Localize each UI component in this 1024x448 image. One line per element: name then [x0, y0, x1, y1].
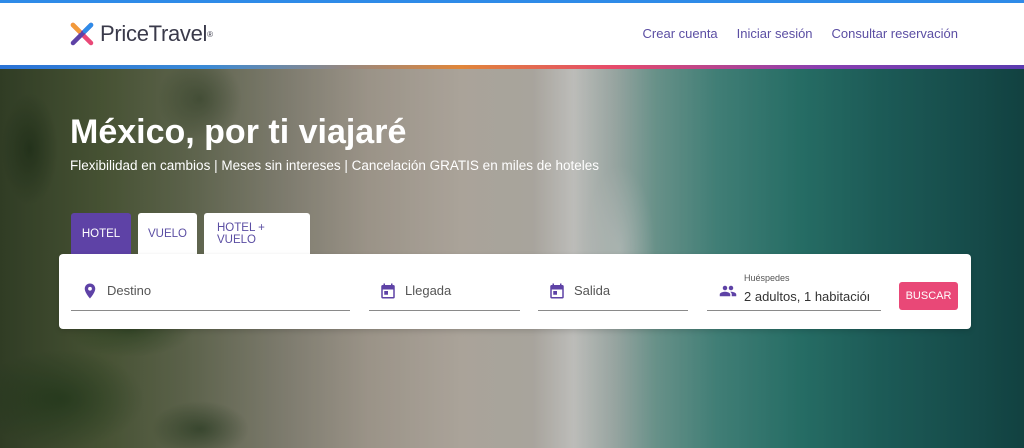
people-icon — [719, 285, 737, 296]
tab-vuelo[interactable]: VUELO — [138, 213, 197, 254]
departure-date-field[interactable]: Salida — [538, 271, 688, 311]
tab-hotel[interactable]: HOTEL — [71, 213, 131, 254]
brand-logo[interactable]: PriceTravel ® — [70, 21, 213, 47]
tab-hotel-vuelo[interactable]: HOTEL + VUELO — [204, 213, 310, 254]
header-nav: Crear cuenta Iniciar sesión Consultar re… — [643, 26, 958, 41]
arrival-placeholder: Llegada — [405, 283, 452, 298]
calendar-icon — [381, 283, 395, 298]
search-button[interactable]: BUSCAR — [899, 282, 958, 310]
create-account-link[interactable]: Crear cuenta — [643, 26, 718, 41]
hero-subtitle: Flexibilidad en cambios | Meses sin inte… — [70, 158, 600, 173]
departure-placeholder: Salida — [574, 283, 611, 298]
guests-field[interactable]: Huéspedes 2 adultos, 1 habitación — [707, 271, 881, 311]
login-link[interactable]: Iniciar sesión — [737, 26, 813, 41]
guests-label: Huéspedes — [744, 273, 790, 283]
destination-field[interactable]: Destino — [71, 271, 350, 311]
location-pin-icon — [84, 283, 96, 298]
reservation-link[interactable]: Consultar reservación — [832, 26, 958, 41]
arrival-date-field[interactable]: Llegada — [369, 271, 520, 311]
hero-title: México, por ti viajaré — [70, 113, 407, 151]
destination-placeholder: Destino — [107, 283, 152, 298]
brand-name: PriceTravel — [100, 21, 208, 46]
guests-value: 2 adultos, 1 habitación — [744, 289, 869, 304]
brand-registered-mark: ® — [207, 29, 214, 39]
pricetravel-logo-icon — [70, 22, 94, 46]
product-tabs: HOTEL VUELO HOTEL + VUELO — [71, 213, 310, 254]
search-box: Destino Llegada Salida Huéspedes 2 adult… — [59, 254, 971, 329]
site-header: PriceTravel ® Crear cuenta Iniciar sesió… — [0, 3, 1024, 65]
calendar-icon — [550, 283, 564, 298]
